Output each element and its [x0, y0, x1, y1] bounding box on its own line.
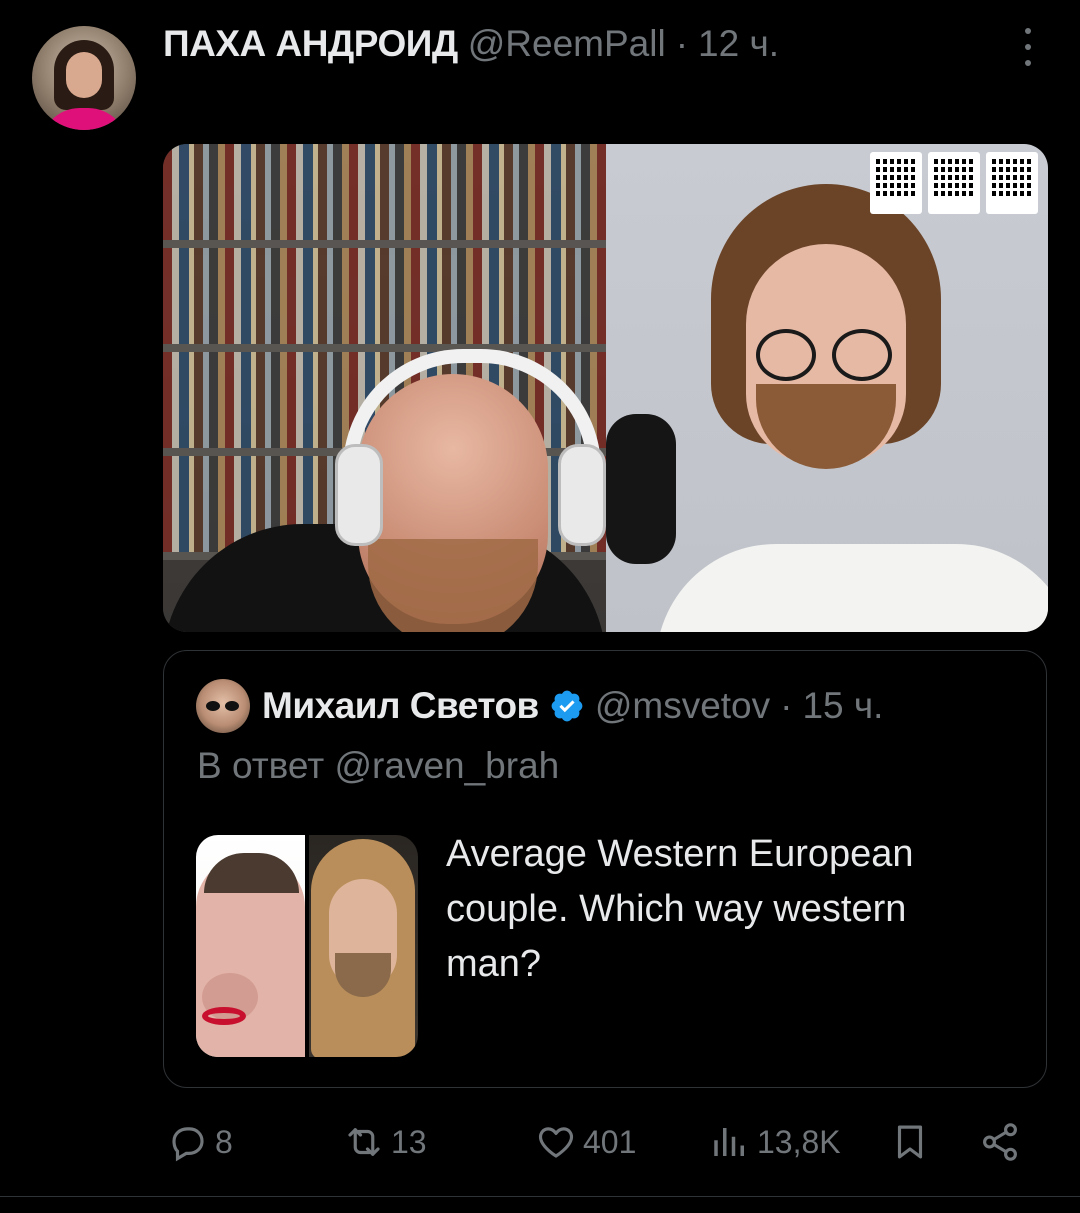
reply-button[interactable]: 8	[167, 1112, 233, 1172]
reply-count: 8	[215, 1123, 233, 1160]
quoted-post-thumbnail[interactable]	[196, 835, 418, 1057]
repost-button[interactable]: 13	[343, 1112, 427, 1172]
more-icon[interactable]	[1016, 28, 1040, 66]
author-avatar[interactable]	[32, 26, 136, 130]
quoted-author-name[interactable]: Михаил Светов	[262, 685, 539, 727]
quoted-post-text: Average Western European couple. Which w…	[446, 833, 914, 985]
media-left-panel	[163, 144, 606, 632]
quoted-author-avatar[interactable]	[196, 679, 250, 733]
media-right-panel	[606, 144, 1048, 632]
author-name[interactable]: ПАХА АНДРОИД	[163, 23, 458, 65]
like-button[interactable]: 401	[535, 1112, 636, 1172]
views-button[interactable]: 13,8K	[709, 1112, 841, 1172]
quoted-post-time[interactable]: 15 ч.	[802, 685, 883, 727]
post-divider	[0, 1196, 1080, 1197]
action-bar: 8 13 401 13,8K	[163, 1112, 1033, 1172]
quoted-post-header: Михаил Светов @msvetov · 15 ч.	[262, 681, 883, 731]
heart-icon	[538, 1127, 574, 1158]
repost-count: 13	[391, 1123, 427, 1160]
views-count: 13,8K	[757, 1123, 841, 1160]
reply-icon	[172, 1127, 204, 1162]
bookmark-icon	[897, 1125, 923, 1159]
author-handle[interactable]: @ReemPall	[468, 23, 666, 65]
separator: ·	[675, 23, 689, 64]
bookmark-button[interactable]	[889, 1112, 931, 1172]
verified-icon	[551, 690, 583, 722]
post-media-image[interactable]	[163, 144, 1048, 632]
quoted-author-handle[interactable]: @msvetov	[595, 685, 770, 727]
separator: ·	[780, 685, 793, 726]
quoted-post[interactable]: Михаил Светов @msvetov · 15 ч. В ответ @…	[163, 650, 1047, 1088]
share-icon	[983, 1123, 1017, 1161]
post: ПАХА АНДРОИД @ReemPall · 12 ч. Михаил Св…	[0, 0, 1080, 1213]
post-header: ПАХА АНДРОИД @ReemPall · 12 ч.	[163, 18, 779, 70]
qr-codes	[870, 152, 1038, 214]
like-count: 401	[583, 1123, 637, 1160]
share-button[interactable]	[979, 1112, 1021, 1172]
repost-icon	[348, 1128, 380, 1156]
reply-to-label[interactable]: В ответ @raven_brah	[197, 745, 559, 787]
post-time[interactable]: 12 ч.	[698, 23, 779, 65]
views-icon	[714, 1128, 744, 1156]
